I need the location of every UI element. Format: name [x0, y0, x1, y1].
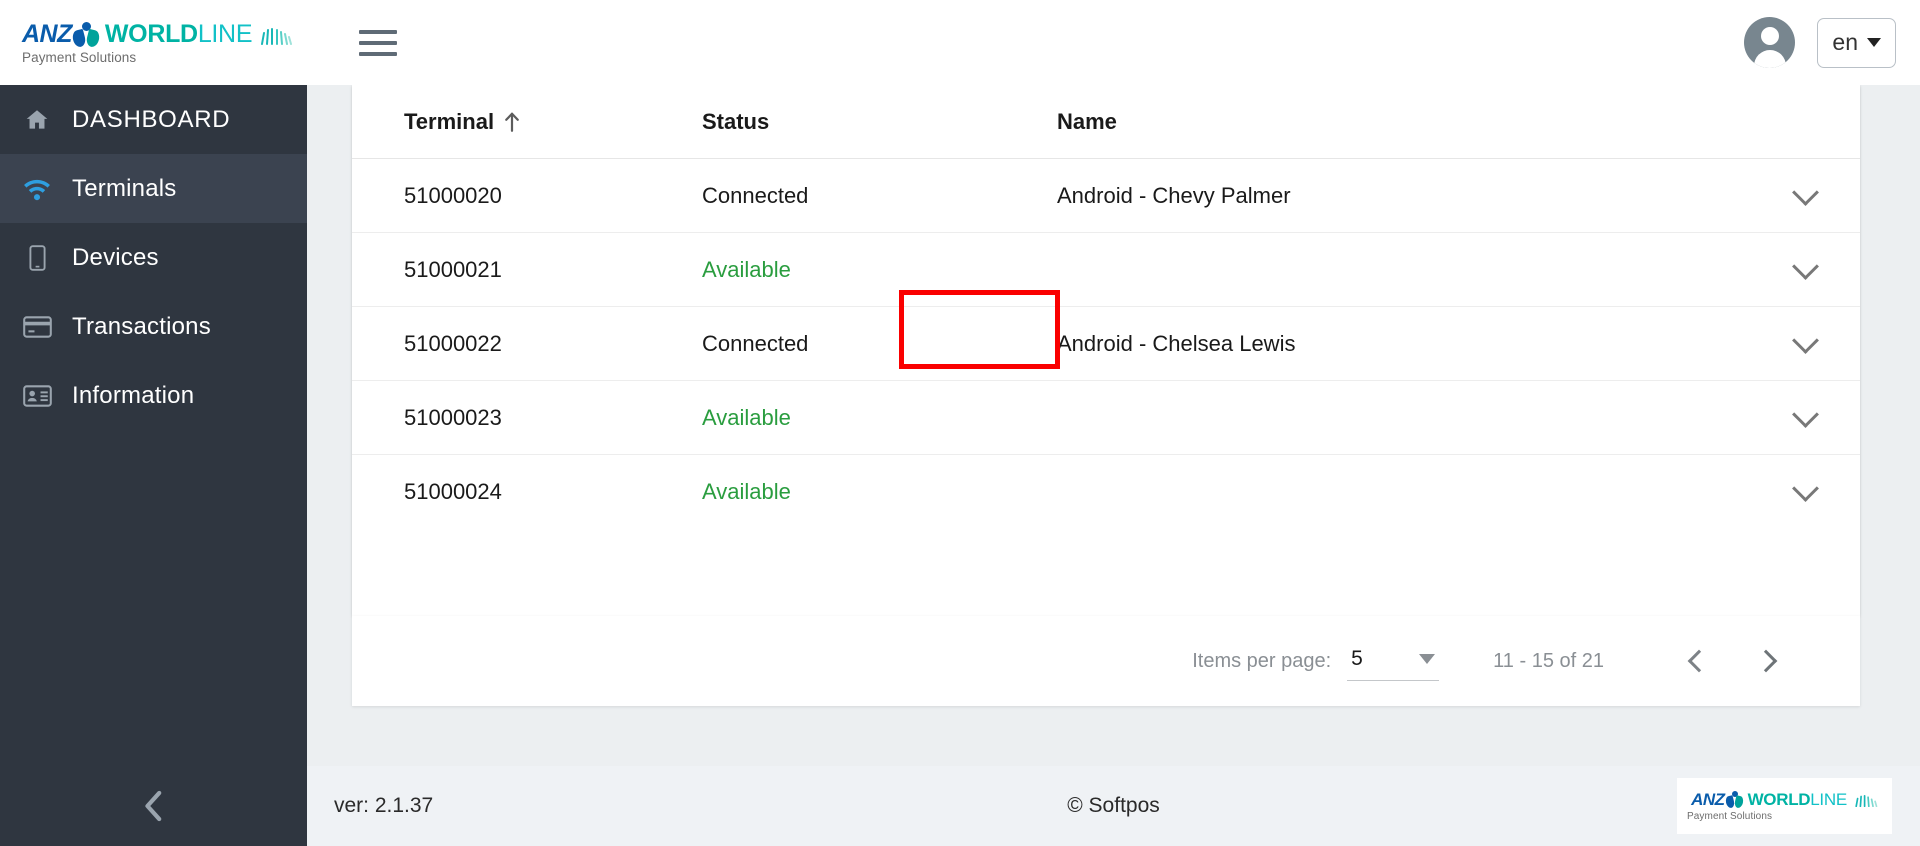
- arrow-up-icon: [505, 112, 519, 132]
- sidebar-item-label: Devices: [72, 243, 159, 271]
- table-row[interactable]: 51000021 Available: [352, 233, 1860, 307]
- row-expand-button[interactable]: [1750, 252, 1860, 280]
- table-row[interactable]: 51000024 Available: [352, 455, 1860, 529]
- topbar-right-group: en: [1744, 17, 1896, 68]
- sidebar-item-transactions[interactable]: Transactions: [0, 292, 307, 361]
- language-selector[interactable]: en: [1817, 17, 1896, 68]
- sidebar-collapse-button[interactable]: [0, 766, 307, 846]
- row-expand-button[interactable]: [1750, 326, 1860, 354]
- sidebar-item-label: Transactions: [72, 312, 211, 340]
- id-card-icon: [22, 384, 52, 407]
- column-header-label: Terminal: [404, 108, 495, 134]
- sidebar-item-dashboard[interactable]: DASHBOARD: [0, 85, 307, 154]
- brand-fan-icon: [261, 27, 293, 45]
- version-label: ver: 2.1.37: [334, 794, 434, 817]
- next-page-button[interactable]: [1732, 631, 1804, 691]
- footer-brand-logo: ANZ WORLD LINE Payment Solutions: [1677, 778, 1892, 834]
- app-root: ANZ WORLD LINE Payment Solutions en DASH…: [0, 0, 1920, 846]
- row-expand-button[interactable]: [1750, 400, 1860, 428]
- sidebar-item-label: Information: [72, 381, 195, 409]
- chevron-down-icon: [1867, 38, 1881, 47]
- cell-status: Connected: [702, 182, 809, 208]
- chevron-right-icon: [1754, 649, 1777, 673]
- credit-card-icon: [22, 315, 52, 338]
- sidebar-item-label: DASHBOARD: [72, 105, 231, 133]
- cell-name: Android - Chelsea Lewis: [1057, 330, 1296, 356]
- sidebar: DASHBOARD Terminals Devices Transactions…: [0, 85, 307, 846]
- chevron-left-icon: [144, 790, 161, 822]
- previous-page-button[interactable]: [1660, 631, 1732, 691]
- brand-bird-icon: [71, 21, 103, 48]
- cell-status: Connected: [702, 330, 809, 356]
- hamburger-icon[interactable]: [359, 26, 399, 60]
- triangle-down-icon: [1419, 653, 1436, 664]
- table-body: 51000020 Connected Android - Chevy Palme…: [352, 159, 1860, 529]
- cell-terminal: 51000024: [404, 479, 502, 504]
- chevron-down-icon: [1791, 475, 1819, 502]
- brand-world-text: WORLD: [104, 20, 198, 48]
- cell-terminal: 51000020: [404, 182, 502, 208]
- items-per-page-label: Items per page:: [1192, 649, 1332, 672]
- cell-terminal: 51000021: [404, 256, 502, 282]
- row-expand-button[interactable]: [1750, 475, 1860, 502]
- column-header-label: Name: [1057, 108, 1117, 134]
- table-row[interactable]: 51000023 Available: [352, 381, 1860, 455]
- home-icon: [22, 107, 52, 133]
- brand-line-text: LINE: [197, 20, 253, 48]
- terminals-table-card: Terminal Status Name 51000020 Connected: [352, 85, 1860, 616]
- cell-status: Available: [702, 479, 791, 504]
- cell-status: Available: [702, 256, 791, 282]
- chevron-down-icon: [1791, 178, 1819, 206]
- footer-brand-line-text: LINE: [1810, 790, 1847, 809]
- sidebar-item-devices[interactable]: Devices: [0, 223, 307, 292]
- column-header-terminal[interactable]: Terminal: [352, 109, 702, 135]
- language-value: en: [1832, 29, 1858, 55]
- main-content: Terminal Status Name 51000020 Connected: [307, 85, 1920, 846]
- footer-brand-bird-icon: [1724, 791, 1746, 809]
- cell-status: Available: [702, 404, 791, 430]
- footer-brand-anz-text: ANZ: [1691, 790, 1725, 809]
- paginator: Items per page: 5 11 - 15 of 21: [352, 616, 1860, 706]
- brand-logo: ANZ WORLD LINE Payment Solutions: [22, 20, 293, 65]
- items-per-page-value: 5: [1351, 646, 1363, 670]
- page-range-label: 11 - 15 of 21: [1493, 649, 1604, 672]
- footer-brand-world-text: WORLD: [1747, 790, 1811, 809]
- table-header-row: Terminal Status Name: [352, 85, 1860, 159]
- table-row[interactable]: 51000020 Connected Android - Chevy Palme…: [352, 159, 1860, 233]
- sidebar-item-label: Terminals: [72, 174, 177, 202]
- chevron-down-icon: [1791, 400, 1819, 428]
- chevron-down-icon: [1791, 252, 1819, 280]
- footer: ver: 2.1.37 © Softpos ANZ WORLD LINE Pay…: [307, 766, 1920, 846]
- user-avatar-icon[interactable]: [1744, 17, 1796, 68]
- cell-terminal: 51000022: [404, 330, 502, 356]
- sidebar-item-terminals[interactable]: Terminals: [0, 154, 307, 223]
- footer-brand-fan-icon: [1855, 794, 1878, 807]
- chevron-down-icon: [1791, 326, 1819, 354]
- items-per-page-select[interactable]: 5: [1347, 641, 1440, 681]
- table-row[interactable]: 51000022 Connected Android - Chelsea Lew…: [352, 307, 1860, 381]
- sidebar-item-information[interactable]: Information: [0, 361, 307, 430]
- brand-anz-text: ANZ: [22, 20, 72, 48]
- column-header-label: Status: [702, 108, 770, 134]
- wifi-icon: [22, 177, 52, 201]
- mobile-icon: [22, 244, 52, 271]
- chevron-left-icon: [1687, 649, 1710, 673]
- copyright-label: © Softpos: [1067, 794, 1160, 817]
- row-expand-button[interactable]: [1750, 178, 1860, 206]
- brand-tagline: Payment Solutions: [22, 50, 137, 65]
- cell-name: Android - Chevy Palmer: [1057, 182, 1291, 208]
- top-bar: ANZ WORLD LINE Payment Solutions en: [0, 0, 1920, 85]
- column-header-status[interactable]: Status: [702, 109, 1057, 135]
- footer-brand-tagline: Payment Solutions: [1687, 811, 1773, 822]
- cell-terminal: 51000023: [404, 404, 502, 430]
- column-header-name[interactable]: Name: [1057, 109, 1750, 135]
